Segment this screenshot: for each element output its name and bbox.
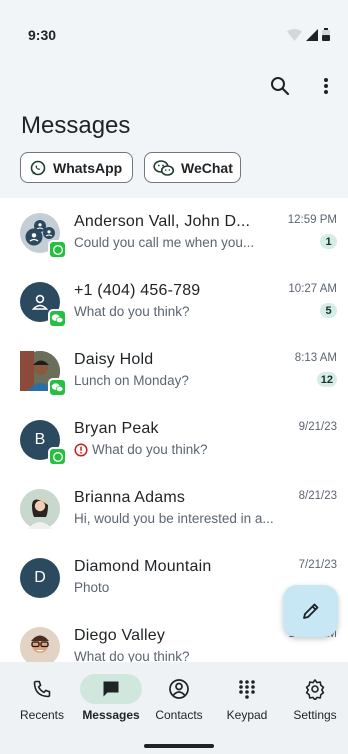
avatar (20, 282, 67, 328)
conversation-row[interactable]: +1 (404) 456-789 What do you think? 10:2… (0, 267, 348, 336)
snippet-text: Lunch on Monday? (74, 373, 189, 388)
nav-item-settings[interactable]: Settings (280, 674, 348, 734)
nav-label: Settings (293, 708, 337, 722)
message-snippet: What do you think? (74, 649, 190, 662)
contact-name: Bryan Peak (74, 420, 159, 437)
nav-item-recents[interactable]: Recents (7, 674, 77, 734)
whatsapp-badge-icon (48, 447, 67, 466)
message-snippet: Hi, would you be interested in a... (74, 511, 274, 526)
nav-icon-container (11, 674, 73, 704)
message-time: 7/21/23 (298, 559, 337, 571)
whatsapp-badge-icon (48, 240, 67, 259)
filter-chip-label: WeChat (181, 159, 233, 176)
nav-icon-container (148, 674, 210, 704)
contacts-icon (169, 679, 189, 699)
avatar (20, 213, 67, 259)
settings-icon (305, 679, 325, 700)
message-time: 8/21/23 (298, 490, 337, 502)
avatar: D (20, 558, 60, 598)
unread-count-badge: 5 (320, 303, 337, 318)
contact-name: Brianna Adams (74, 489, 186, 506)
conversation-row[interactable]: Daisy Hold Lunch on Monday? 8:13 AM 12 (0, 336, 348, 405)
snippet-text: Hi, would you be interested in a... (74, 511, 274, 526)
nav-label: Contacts (155, 708, 203, 722)
message-snippet: What do you think? (74, 304, 190, 319)
unread-count-badge: 1 (320, 234, 337, 249)
contact-name: Diego Valley (74, 627, 166, 644)
wechat-icon (153, 159, 175, 176)
conversation-row[interactable]: Anderson Vall, John D... Could you call … (0, 198, 348, 267)
message-time: 12:59 PM (287, 214, 337, 226)
nav-icon-container (216, 674, 278, 704)
nav-item-keypad[interactable]: Keypad (212, 674, 282, 734)
snippet-text: What do you think? (74, 304, 190, 319)
avatar: B (20, 420, 67, 466)
wechat-badge-icon (48, 378, 67, 397)
status-icons (287, 28, 330, 41)
phone-icon (33, 680, 51, 698)
message-snippet: Photo (74, 580, 109, 595)
home-indicator[interactable] (144, 744, 214, 748)
message-snippet: Lunch on Monday? (74, 373, 189, 388)
message-snippet: Could you call me when you... (74, 235, 254, 250)
filter-chip-whatsapp[interactable]: WhatsApp (20, 152, 133, 183)
bottom-navigation: Recents Messages Contacts Keypad Setting… (0, 662, 348, 754)
contact-name: Anderson Vall, John D... (74, 213, 251, 230)
contact-name: +1 (404) 456-789 (74, 282, 201, 299)
nav-label: Keypad (226, 708, 268, 722)
nav-icon-container (284, 674, 346, 704)
message-time: 8:13 AM (294, 352, 337, 364)
contact-name: Daisy Hold (74, 351, 154, 368)
snippet-text: What do you think? (92, 442, 208, 457)
whatsapp-icon (30, 160, 46, 175)
more-options-icon[interactable] (314, 74, 338, 98)
nav-item-contacts[interactable]: Contacts (144, 674, 214, 734)
edit-pencil-icon (302, 603, 318, 619)
nav-label: Messages (82, 708, 140, 722)
message-time: 9/21/23 (298, 421, 337, 433)
person-avatar-icon (31, 294, 49, 310)
page-title: Messages (21, 112, 131, 139)
avatar-photo (20, 489, 60, 529)
search-icon[interactable] (268, 74, 292, 98)
conversation-row[interactable]: B Bryan Peak What do you think? 9/21/23 (0, 405, 348, 474)
wifi-icon (287, 28, 302, 41)
contact-name: Diamond Mountain (74, 558, 212, 575)
compose-button[interactable] (283, 585, 338, 637)
avatar-photo (20, 627, 60, 662)
message-snippet: What do you think? (74, 442, 208, 457)
app-header: Messages WhatsApp WeChat (0, 60, 348, 198)
snippet-text: What do you think? (74, 649, 190, 662)
person-photo-image (20, 627, 60, 662)
filter-chip-wechat[interactable]: WeChat (144, 152, 241, 183)
filter-chip-label: WhatsApp (53, 159, 123, 176)
status-time: 9:30 (28, 27, 57, 43)
error-icon (74, 442, 88, 457)
message-icon (103, 681, 119, 697)
battery-icon (322, 28, 330, 41)
nav-icon-container (80, 674, 142, 704)
nav-label: Recents (19, 708, 65, 722)
avatar-initial: B (34, 431, 46, 448)
unread-count-badge: 12 (316, 372, 337, 387)
cellular-icon (306, 28, 318, 41)
avatar-initial: D (34, 569, 46, 586)
snippet-text: Photo (74, 580, 110, 595)
conversation-row[interactable]: Brianna Adams Hi, would you be intereste… (0, 474, 348, 543)
message-time: 10:27 AM (288, 283, 337, 295)
person-photo-image (20, 489, 60, 529)
wechat-badge-icon (48, 309, 67, 328)
keypad-icon (239, 680, 255, 699)
snippet-text: Could you call me when you... (74, 235, 255, 250)
avatar-photo (20, 351, 67, 397)
status-bar: 9:30 (0, 0, 348, 60)
nav-item-messages[interactable]: Messages (76, 674, 146, 734)
